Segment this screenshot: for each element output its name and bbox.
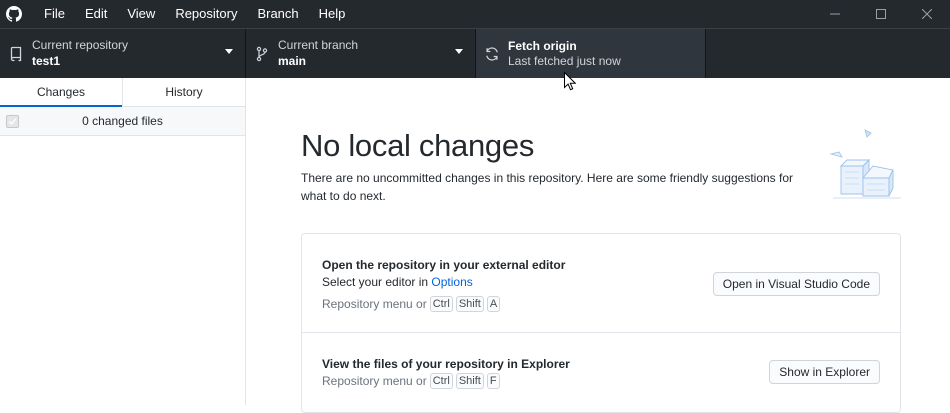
show-in-explorer-suggestion: View the files of your repository in Exp…: [302, 333, 900, 413]
menu-help[interactable]: Help: [309, 0, 356, 28]
sidebar-tabs: Changes History: [0, 78, 245, 107]
open-editor-shortcut: Repository menu or Ctrl Shift A: [322, 296, 501, 312]
suggestions-card: Open the repository in your external edi…: [301, 233, 901, 413]
key-shift: Shift: [455, 373, 484, 389]
title-bar: File Edit View Repository Branch Help: [0, 0, 950, 28]
minimize-icon[interactable]: [812, 0, 858, 28]
main-panel: No local changes There are no uncommitte…: [247, 78, 950, 413]
current-repository-label: Current repository: [32, 38, 129, 52]
mouse-cursor-icon: [564, 71, 577, 91]
current-branch-value: main: [278, 54, 307, 68]
shortcut-prefix: Repository menu or: [322, 374, 427, 388]
tab-changes[interactable]: Changes: [0, 78, 122, 107]
maximize-icon[interactable]: [858, 0, 904, 28]
show-in-explorer-shortcut: Repository menu or Ctrl Shift F: [322, 373, 500, 389]
key-ctrl: Ctrl: [429, 296, 453, 312]
menu-edit[interactable]: Edit: [75, 0, 117, 28]
menu-repository[interactable]: Repository: [165, 0, 247, 28]
sync-icon: [484, 46, 500, 62]
current-branch-label: Current branch: [278, 38, 359, 52]
menu-branch[interactable]: Branch: [247, 0, 308, 28]
select-all-checkbox[interactable]: [6, 115, 19, 128]
page-title: No local changes: [301, 128, 535, 163]
show-in-explorer-title: View the files of your repository in Exp…: [322, 357, 570, 371]
chevron-down-icon: [455, 49, 463, 54]
menu-file[interactable]: File: [34, 0, 75, 28]
key-a: A: [486, 296, 501, 312]
current-branch-button[interactable]: Current branch main: [246, 29, 476, 78]
sidebar: Changes History 0 changed files: [0, 78, 246, 405]
open-editor-description: Select your editor in Options: [322, 275, 473, 289]
current-repository-button[interactable]: Current repository test1: [0, 29, 246, 78]
shortcut-prefix: Repository menu or: [322, 297, 427, 311]
changed-files-count: 0 changed files: [82, 114, 163, 128]
key-shift: Shift: [455, 296, 484, 312]
open-editor-description-text: Select your editor in: [322, 275, 432, 289]
current-branch-text: Current branch main: [278, 38, 358, 69]
changed-files-header: 0 changed files: [0, 107, 245, 136]
toolbar: Current repository test1 Current branch …: [0, 28, 950, 78]
fetch-origin-text: Fetch origin Last fetched just now: [508, 38, 621, 69]
chevron-down-icon: [225, 49, 233, 54]
github-icon: [6, 6, 22, 22]
open-in-vscode-button[interactable]: Open in Visual Studio Code: [712, 272, 880, 296]
branch-icon: [254, 46, 270, 62]
current-repository-value: test1: [32, 54, 61, 68]
fetch-origin-button[interactable]: Fetch origin Last fetched just now: [476, 29, 706, 78]
repo-icon: [8, 46, 24, 62]
close-icon[interactable]: [904, 0, 950, 28]
menu-view[interactable]: View: [117, 0, 165, 28]
fetch-origin-title: Fetch origin: [508, 39, 577, 53]
show-in-explorer-button[interactable]: Show in Explorer: [769, 360, 880, 384]
page-description: There are no uncommitted changes in this…: [301, 171, 794, 203]
empty-state-illustration: [827, 126, 907, 206]
tab-history[interactable]: History: [122, 78, 245, 106]
open-editor-suggestion: Open the repository in your external edi…: [302, 234, 900, 333]
key-f: F: [486, 373, 500, 389]
fetch-origin-status: Last fetched just now: [508, 54, 621, 68]
window-controls: [812, 0, 950, 28]
current-repository-text: Current repository test1: [32, 38, 128, 69]
options-link[interactable]: Options: [431, 275, 472, 289]
key-ctrl: Ctrl: [429, 373, 453, 389]
open-editor-title: Open the repository in your external edi…: [322, 258, 566, 272]
